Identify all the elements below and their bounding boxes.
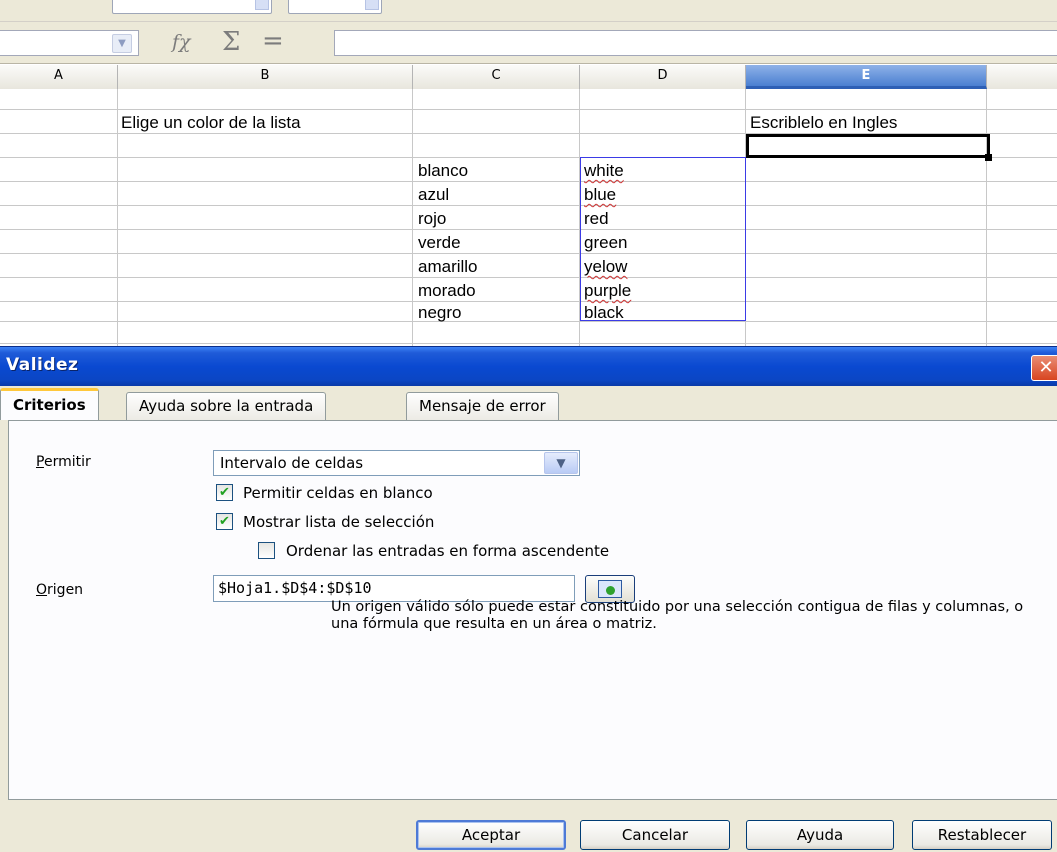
grid-line bbox=[0, 181, 1057, 182]
allow-label-rest: ermitir bbox=[43, 454, 91, 470]
column-header-f[interactable] bbox=[987, 65, 1057, 89]
accept-button[interactable]: Aceptar bbox=[416, 820, 566, 850]
chevron-down-icon[interactable]: ▼ bbox=[112, 34, 132, 53]
source-input[interactable]: $Hoja1.$D$4:$D$10 bbox=[213, 575, 575, 602]
dialog-title-bar[interactable]: Validez ✕ bbox=[0, 346, 1057, 386]
allow-blank-checkbox[interactable]: ✔ bbox=[216, 484, 233, 501]
source-help-text: Un origen válido sólo puede estar consti… bbox=[331, 599, 1024, 632]
source-label-rest: rigen bbox=[47, 582, 84, 598]
allow-label: Permitir bbox=[36, 454, 91, 470]
grid-line bbox=[412, 89, 413, 346]
active-cell-e3[interactable] bbox=[746, 134, 990, 158]
tab-criterios[interactable]: Criterios bbox=[0, 388, 99, 420]
grid-line bbox=[0, 301, 1057, 302]
grid-line bbox=[0, 109, 1057, 110]
source-label-mnemonic: O bbox=[36, 582, 48, 598]
chevron-down-icon[interactable] bbox=[255, 0, 269, 10]
shrink-icon bbox=[598, 580, 622, 598]
cell-spanish-color[interactable]: amarillo bbox=[418, 257, 478, 277]
grid-line bbox=[0, 277, 1057, 278]
allow-select-value: Intervalo de celdas bbox=[220, 454, 364, 472]
tab-mensaje-error[interactable]: Mensaje de error bbox=[406, 392, 559, 420]
column-headers: A B C D E bbox=[0, 65, 1057, 89]
allow-select[interactable]: Intervalo de celdas ▼ bbox=[213, 450, 580, 476]
show-list-checkbox[interactable]: ✔ bbox=[216, 513, 233, 530]
font-size-box[interactable] bbox=[288, 0, 382, 14]
grid-line bbox=[0, 205, 1057, 206]
help-button[interactable]: Ayuda bbox=[746, 820, 894, 850]
column-header-b[interactable]: B bbox=[118, 65, 413, 89]
cell-spanish-color[interactable]: morado bbox=[418, 281, 476, 301]
validity-dialog: Validez ✕ Criterios Ayuda sobre la entra… bbox=[0, 346, 1057, 852]
column-header-e[interactable]: E bbox=[746, 65, 987, 89]
dialog-footer: Aceptar Cancelar Ayuda Restablecer bbox=[0, 800, 1057, 852]
formula-input[interactable] bbox=[334, 30, 1057, 56]
grid-line bbox=[0, 253, 1057, 254]
spreadsheet-grid[interactable]: A B C D E Elige un color de la lista Esc… bbox=[0, 65, 1057, 346]
font-name-box[interactable] bbox=[112, 0, 272, 14]
tab-ayuda-entrada[interactable]: Ayuda sobre la entrada bbox=[126, 392, 327, 420]
chevron-down-icon[interactable]: ▼ bbox=[544, 452, 578, 474]
show-list-label: Mostrar lista de selección bbox=[243, 513, 435, 531]
cell-spanish-color[interactable]: blanco bbox=[418, 161, 468, 181]
cell-spanish-color[interactable]: negro bbox=[418, 303, 461, 323]
column-header-a[interactable]: A bbox=[0, 65, 118, 89]
formula-icon[interactable]: = bbox=[262, 26, 284, 56]
grid-line bbox=[0, 229, 1057, 230]
fill-handle[interactable] bbox=[985, 154, 992, 161]
grid-line bbox=[0, 343, 1057, 344]
cancel-button[interactable]: Cancelar bbox=[580, 820, 730, 850]
grid-line bbox=[0, 321, 1057, 322]
cell-b2-prompt[interactable]: Elige un color de la lista bbox=[121, 113, 301, 133]
close-icon[interactable]: ✕ bbox=[1031, 355, 1057, 381]
cell-spanish-color[interactable]: verde bbox=[418, 233, 461, 253]
reset-button[interactable]: Restablecer bbox=[912, 820, 1052, 850]
top-toolbar bbox=[0, 0, 1057, 22]
function-wizard-icon[interactable]: fχ bbox=[172, 31, 191, 53]
column-header-c[interactable]: C bbox=[413, 65, 580, 89]
cell-spanish-color[interactable]: rojo bbox=[418, 209, 446, 229]
column-header-d[interactable]: D bbox=[580, 65, 746, 89]
grid-line bbox=[117, 89, 118, 346]
sum-icon[interactable]: Σ bbox=[222, 27, 240, 57]
grid-line bbox=[986, 89, 987, 346]
formula-bar: ▼ fχ Σ = bbox=[0, 22, 1057, 64]
dialog-title: Validez bbox=[6, 355, 79, 375]
allow-blank-label: Permitir celdas en blanco bbox=[243, 484, 433, 502]
sort-checkbox[interactable] bbox=[258, 542, 275, 559]
sort-label: Ordenar las entradas en forma ascendente bbox=[286, 542, 610, 560]
referenced-range-highlight bbox=[580, 157, 746, 321]
cell-spanish-color[interactable]: azul bbox=[418, 185, 449, 205]
cell-e2-instruction[interactable]: Escriblelo en Ingles bbox=[750, 113, 897, 133]
chevron-down-icon[interactable] bbox=[365, 0, 379, 10]
source-label: Origen bbox=[36, 582, 83, 598]
allow-label-mnemonic: P bbox=[36, 454, 44, 470]
dialog-tabs: Criterios Ayuda sobre la entrada Mensaje… bbox=[0, 388, 1057, 422]
